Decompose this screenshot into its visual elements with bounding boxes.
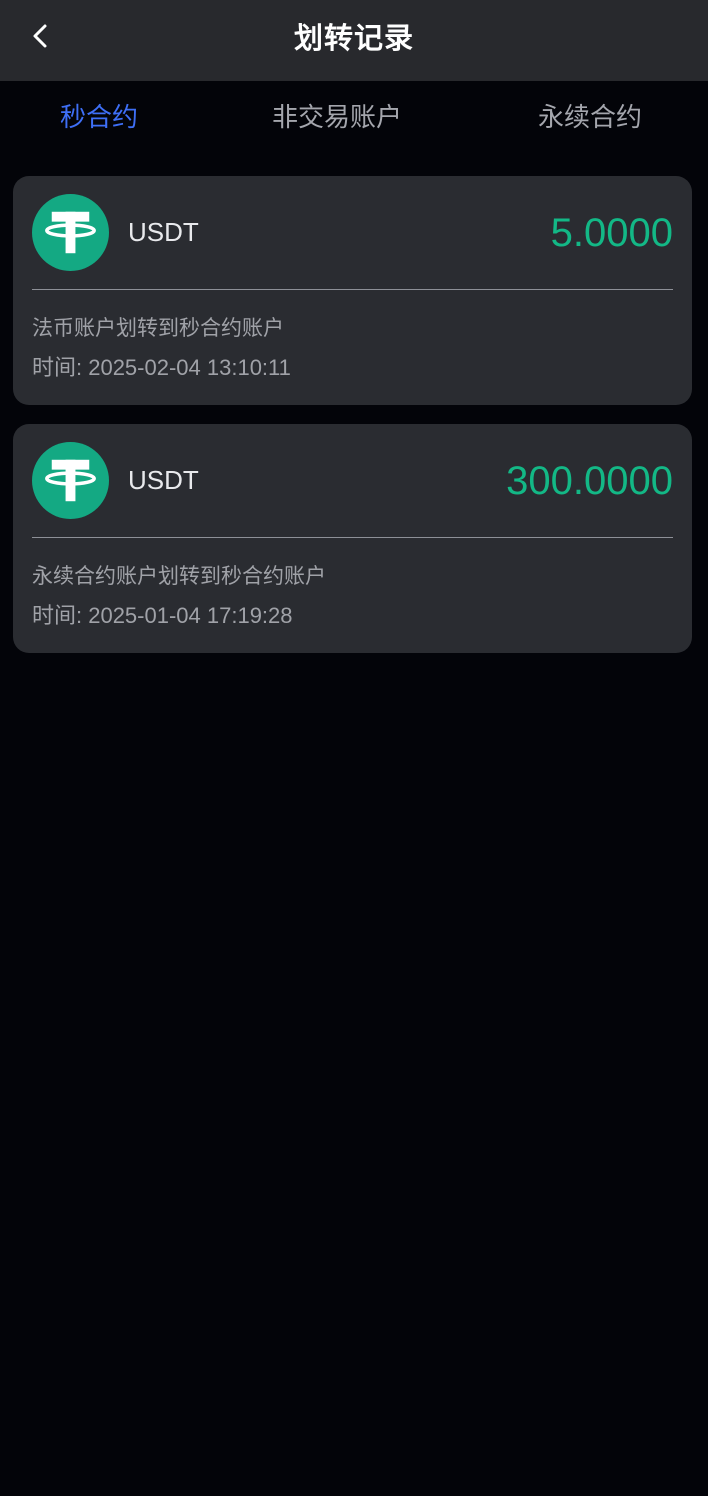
transfer-record-card[interactable]: USDT 5.0000 法币账户划转到秒合约账户 时间: 2025-02-04 …	[13, 176, 692, 405]
transfer-amount: 300.0000	[506, 459, 673, 503]
transfer-description: 永续合约账户划转到秒合约账户	[32, 564, 326, 588]
transfer-records-page: 划转记录 秒合约 非交易账户 永续合约 USDT 5.0000 法币账户划转到秒…	[0, 0, 708, 1496]
divider	[32, 537, 673, 538]
divider	[32, 289, 673, 290]
page-title: 划转记录	[293, 21, 414, 55]
transfer-record-card[interactable]: USDT 300.0000 永续合约账户划转到秒合约账户 时间: 2025-01…	[13, 424, 692, 653]
tab-second-contract[interactable]: 秒合约	[60, 81, 138, 155]
tab-non-trading-account[interactable]: 非交易账户	[272, 81, 402, 155]
top-nav-bar: 划转记录	[0, 0, 708, 81]
tether-usdt-icon	[32, 442, 109, 519]
transfer-time: 时间: 2025-02-04 13:10:11	[32, 355, 291, 380]
transfer-time: 时间: 2025-01-04 17:19:28	[32, 603, 293, 628]
coin-name: USDT	[128, 465, 199, 495]
transfer-amount: 5.0000	[550, 211, 673, 255]
transfer-description: 法币账户划转到秒合约账户	[32, 316, 284, 340]
coin-name: USDT	[128, 217, 199, 247]
tether-usdt-icon	[32, 194, 109, 271]
tab-perpetual-contract[interactable]: 永续合约	[538, 81, 642, 155]
account-tabs: 秒合约 非交易账户 永续合约	[0, 81, 708, 155]
